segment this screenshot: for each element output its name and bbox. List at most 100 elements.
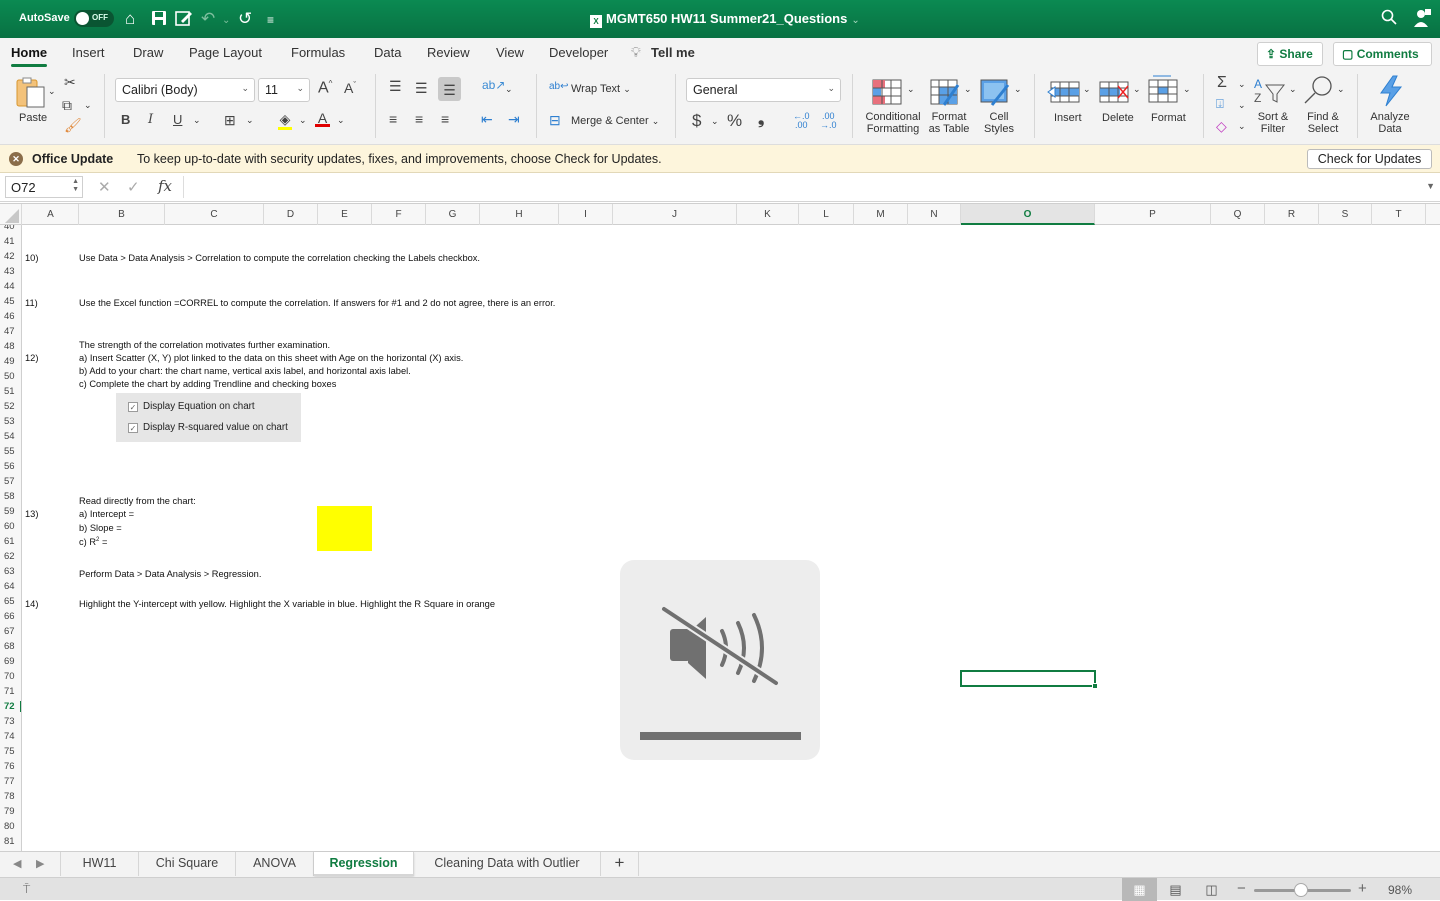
cell-styles-icon[interactable] xyxy=(980,79,1010,110)
row-header-74[interactable]: 74 xyxy=(0,731,21,742)
column-header-q[interactable]: Q xyxy=(1211,204,1265,225)
row-header-53[interactable]: 53 xyxy=(0,416,21,427)
row-header-62[interactable]: 62 xyxy=(0,551,21,562)
row-header-69[interactable]: 69 xyxy=(0,656,21,667)
row-header-40[interactable]: 40 xyxy=(0,225,21,232)
currency-button[interactable]: $ xyxy=(692,111,701,131)
column-header-e[interactable]: E xyxy=(318,204,372,225)
row-header-81[interactable]: 81 xyxy=(0,836,21,847)
align-center-icon[interactable]: ≡ xyxy=(415,111,423,127)
autosave-toggle[interactable]: OFF xyxy=(74,10,114,27)
align-top-icon[interactable]: ☰ xyxy=(389,78,402,95)
italic-button[interactable]: I xyxy=(148,112,153,127)
fill-dropdown-icon[interactable]: ⌄ xyxy=(1238,100,1246,111)
insert-button[interactable]: Insert xyxy=(1054,112,1082,124)
column-header-n[interactable]: N xyxy=(908,204,961,225)
font-color-icon[interactable]: A xyxy=(315,110,330,127)
row-header-60[interactable]: 60 xyxy=(0,521,21,532)
cell-styles-dropdown-icon[interactable]: ⌄ xyxy=(1014,84,1022,95)
close-icon[interactable]: ✕ xyxy=(9,152,23,166)
sort-filter-button[interactable]: Sort & Filter xyxy=(1254,111,1292,135)
row-header-46[interactable]: 46 xyxy=(0,311,21,322)
cell-b63[interactable]: c) R2 = xyxy=(79,537,107,547)
cell-b45[interactable]: Use the Excel function =CORREL to comput… xyxy=(79,298,555,308)
cell-styles-button[interactable]: Cell Styles xyxy=(982,111,1016,135)
analyze-data-button[interactable]: Analyze Data xyxy=(1368,111,1412,135)
column-header-d[interactable]: D xyxy=(264,204,318,225)
column-header-o[interactable]: O xyxy=(961,204,1095,225)
row-header-43[interactable]: 43 xyxy=(0,266,21,277)
tab-developer[interactable]: Developer xyxy=(549,45,608,60)
delete-dropdown-icon[interactable]: ⌄ xyxy=(1133,84,1141,95)
column-header-p[interactable]: P xyxy=(1095,204,1211,225)
cell-a45[interactable]: 11) xyxy=(25,298,38,308)
cell-b42[interactable]: Use Data > Data Analysis > Correlation t… xyxy=(79,253,480,263)
undo-icon[interactable]: ↶ xyxy=(201,9,215,29)
add-sheet-button[interactable]: + xyxy=(601,852,639,876)
row-header-47[interactable]: 47 xyxy=(0,326,21,337)
zoom-level[interactable]: 98% xyxy=(1388,883,1412,897)
name-box-stepper[interactable]: ▲ ▼ xyxy=(72,178,79,194)
row-header-56[interactable]: 56 xyxy=(0,461,21,472)
fill-color-icon[interactable]: ◈ xyxy=(278,111,292,130)
delete-cells-icon[interactable] xyxy=(1098,80,1132,107)
conditional-formatting-icon[interactable] xyxy=(872,79,902,108)
zoom-slider-handle[interactable] xyxy=(1294,883,1309,897)
page-break-view-button[interactable]: ◫ xyxy=(1194,878,1229,901)
row-header-79[interactable]: 79 xyxy=(0,806,21,817)
column-header-k[interactable]: K xyxy=(737,204,799,225)
decrease-font-icon[interactable]: Aˇ xyxy=(344,80,356,96)
autosum-dropdown-icon[interactable]: ⌄ xyxy=(1238,79,1246,90)
select-all-button[interactable] xyxy=(0,204,22,225)
cell-b51[interactable]: c) Complete the chart by adding Trendlin… xyxy=(79,379,336,389)
analyze-data-icon[interactable] xyxy=(1377,75,1405,110)
delete-button[interactable]: Delete xyxy=(1102,112,1134,124)
wrap-text-button[interactable]: Wrap Text ⌄ xyxy=(571,83,631,95)
next-sheet-icon[interactable]: ▶ xyxy=(36,857,44,870)
sheet-tab-anova[interactable]: ANOVA xyxy=(236,852,314,876)
row-header-80[interactable]: 80 xyxy=(0,821,21,832)
previous-sheet-icon[interactable]: ◀ xyxy=(13,857,21,870)
zoom-out-button[interactable]: − xyxy=(1237,880,1246,897)
cell-b67[interactable]: Highlight the Y-intercept with yellow. H… xyxy=(79,599,495,609)
clear-dropdown-icon[interactable]: ⌄ xyxy=(1238,121,1246,132)
increase-indent-icon[interactable]: ⇥ xyxy=(508,111,520,128)
format-painter-icon[interactable]: 🖌︎ xyxy=(64,117,82,134)
expand-formula-bar-icon[interactable]: ▼ xyxy=(1426,181,1435,191)
tab-draw[interactable]: Draw xyxy=(133,45,163,60)
find-select-dropdown-icon[interactable]: ⌄ xyxy=(1337,84,1345,95)
align-bottom-icon[interactable]: ☰ xyxy=(438,77,461,101)
tab-data[interactable]: Data xyxy=(374,45,401,60)
font-color-dropdown-icon[interactable]: ⌄ xyxy=(337,115,345,126)
tab-insert[interactable]: Insert xyxy=(72,45,105,60)
enter-icon[interactable]: ✓ xyxy=(127,178,140,196)
save-icon[interactable] xyxy=(151,10,167,31)
document-title[interactable]: X MGMT650 HW11 Summer21_Questions ⌄ xyxy=(590,11,860,28)
cell-a67[interactable]: 14) xyxy=(25,599,38,609)
decrease-indent-icon[interactable]: ⇤ xyxy=(481,111,493,128)
row-header-52[interactable]: 52 xyxy=(0,401,21,412)
row-header-44[interactable]: 44 xyxy=(0,281,21,292)
row-header-68[interactable]: 68 xyxy=(0,641,21,652)
font-name-select[interactable]: Calibri (Body) ⌄ xyxy=(115,78,255,102)
row-header-75[interactable]: 75 xyxy=(0,746,21,757)
customize-toolbar-icon[interactable]: ≡ xyxy=(267,10,274,30)
format-as-table-icon[interactable] xyxy=(930,79,960,110)
sheet-tab-chi-square[interactable]: Chi Square xyxy=(139,852,236,876)
row-header-58[interactable]: 58 xyxy=(0,491,21,502)
cut-icon[interactable]: ✂ xyxy=(64,74,76,91)
cell-b48[interactable]: The strength of the correlation motivate… xyxy=(79,340,330,350)
row-header-63[interactable]: 63 xyxy=(0,566,21,577)
macro-record-icon[interactable]: ⍑ xyxy=(23,882,30,897)
tab-review[interactable]: Review xyxy=(427,45,470,60)
format-dropdown-icon[interactable]: ⌄ xyxy=(1183,84,1191,95)
column-header-r[interactable]: R xyxy=(1265,204,1319,225)
orientation-icon[interactable]: ab↗ xyxy=(482,78,505,92)
underline-dropdown-icon[interactable]: ⌄ xyxy=(193,115,201,126)
tab-home[interactable]: Home xyxy=(11,45,48,67)
cell-b65[interactable]: Perform Data > Data Analysis > Regressio… xyxy=(79,569,261,579)
column-header-b[interactable]: B xyxy=(79,204,165,225)
home-icon[interactable]: ⌂ xyxy=(125,9,135,29)
row-header-59[interactable]: 59 xyxy=(0,506,21,517)
comments-button[interactable]: ▢ Comments xyxy=(1333,42,1432,66)
